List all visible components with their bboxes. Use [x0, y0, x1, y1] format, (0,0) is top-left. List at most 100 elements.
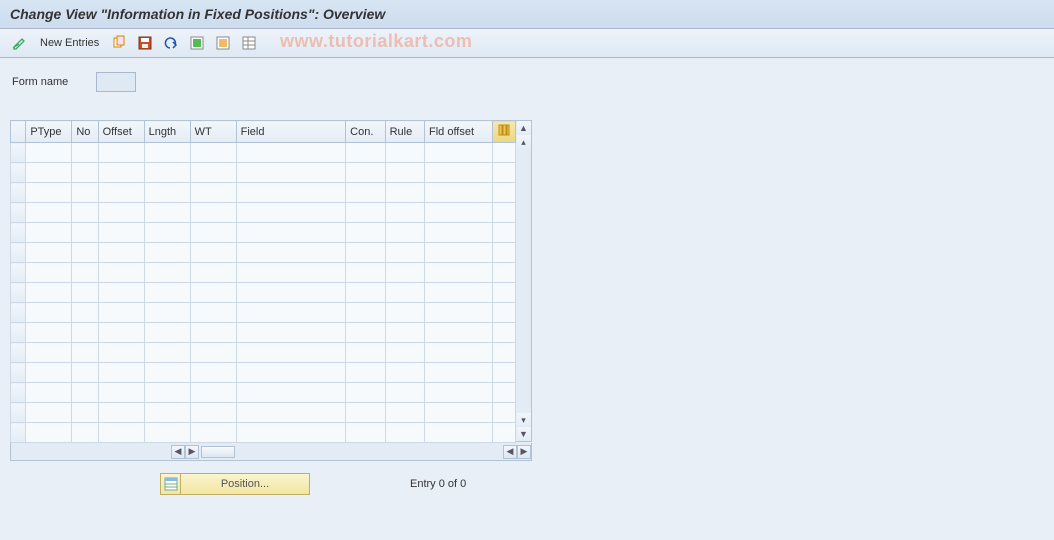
- row-selector[interactable]: [11, 323, 26, 343]
- cell[interactable]: [346, 403, 385, 423]
- row-selector[interactable]: [11, 143, 26, 163]
- row-selector[interactable]: [11, 383, 26, 403]
- position-button[interactable]: Position...: [160, 473, 310, 495]
- cell[interactable]: [385, 263, 424, 283]
- row-selector[interactable]: [11, 223, 26, 243]
- cell[interactable]: [26, 163, 72, 183]
- cell[interactable]: [190, 343, 236, 363]
- cell[interactable]: [26, 263, 72, 283]
- scroll-right2-icon[interactable]: ▶: [517, 445, 531, 459]
- horizontal-scrollbar[interactable]: ◀ ▶ ◀ ▶: [10, 443, 532, 461]
- cell[interactable]: [424, 163, 492, 183]
- row-selector[interactable]: [11, 403, 26, 423]
- cell[interactable]: [236, 283, 346, 303]
- cell[interactable]: [98, 243, 144, 263]
- cell[interactable]: [144, 143, 190, 163]
- cell[interactable]: [26, 223, 72, 243]
- cell[interactable]: [236, 323, 346, 343]
- cell[interactable]: [236, 223, 346, 243]
- cell[interactable]: [98, 163, 144, 183]
- cell[interactable]: [236, 383, 346, 403]
- cell[interactable]: [26, 363, 72, 383]
- scroll-up2-icon[interactable]: ▴: [517, 135, 531, 149]
- cell[interactable]: [190, 183, 236, 203]
- cell[interactable]: [144, 343, 190, 363]
- cell[interactable]: [385, 363, 424, 383]
- cell[interactable]: [424, 223, 492, 243]
- cell[interactable]: [144, 243, 190, 263]
- cell[interactable]: [385, 223, 424, 243]
- cell[interactable]: [385, 303, 424, 323]
- cell[interactable]: [492, 383, 515, 403]
- cell[interactable]: [98, 183, 144, 203]
- cell[interactable]: [346, 183, 385, 203]
- cell[interactable]: [385, 403, 424, 423]
- cell[interactable]: [98, 323, 144, 343]
- table-row[interactable]: [11, 263, 516, 283]
- table-row[interactable]: [11, 223, 516, 243]
- cell[interactable]: [236, 403, 346, 423]
- cell[interactable]: [98, 423, 144, 443]
- cell[interactable]: [236, 203, 346, 223]
- cell[interactable]: [26, 303, 72, 323]
- cell[interactable]: [424, 203, 492, 223]
- table-row[interactable]: [11, 343, 516, 363]
- cell[interactable]: [346, 263, 385, 283]
- cell[interactable]: [72, 363, 98, 383]
- cell[interactable]: [144, 163, 190, 183]
- cell[interactable]: [346, 163, 385, 183]
- table-row[interactable]: [11, 283, 516, 303]
- cell[interactable]: [492, 303, 515, 323]
- cell[interactable]: [346, 143, 385, 163]
- scroll-left-icon[interactable]: ◀: [171, 445, 185, 459]
- col-rule[interactable]: Rule: [385, 121, 424, 143]
- new-entries-button[interactable]: New Entries: [36, 35, 103, 51]
- row-selector-header[interactable]: [11, 121, 26, 143]
- cell[interactable]: [190, 283, 236, 303]
- cell[interactable]: [190, 243, 236, 263]
- cell[interactable]: [190, 223, 236, 243]
- cell[interactable]: [98, 343, 144, 363]
- cell[interactable]: [98, 143, 144, 163]
- cell[interactable]: [98, 263, 144, 283]
- cell[interactable]: [144, 323, 190, 343]
- cell[interactable]: [346, 203, 385, 223]
- cell[interactable]: [98, 363, 144, 383]
- cell[interactable]: [72, 163, 98, 183]
- table-row[interactable]: [11, 303, 516, 323]
- row-selector[interactable]: [11, 303, 26, 323]
- scroll-left2-icon[interactable]: ◀: [503, 445, 517, 459]
- table-row[interactable]: [11, 363, 516, 383]
- row-selector[interactable]: [11, 343, 26, 363]
- cell[interactable]: [346, 243, 385, 263]
- scroll-down2-icon[interactable]: ▾: [517, 413, 531, 427]
- cell[interactable]: [492, 223, 515, 243]
- deselect-all-icon[interactable]: [213, 33, 233, 53]
- cell[interactable]: [492, 343, 515, 363]
- row-selector[interactable]: [11, 363, 26, 383]
- col-lngth[interactable]: Lngth: [144, 121, 190, 143]
- cell[interactable]: [424, 263, 492, 283]
- row-selector[interactable]: [11, 243, 26, 263]
- save-icon[interactable]: [135, 33, 155, 53]
- cell[interactable]: [492, 143, 515, 163]
- cell[interactable]: [385, 423, 424, 443]
- cell[interactable]: [144, 423, 190, 443]
- undo-icon[interactable]: [161, 33, 181, 53]
- cell[interactable]: [72, 343, 98, 363]
- table-view-icon[interactable]: [239, 33, 259, 53]
- cell[interactable]: [72, 243, 98, 263]
- cell[interactable]: [26, 343, 72, 363]
- cell[interactable]: [26, 383, 72, 403]
- col-wt[interactable]: WT: [190, 121, 236, 143]
- cell[interactable]: [72, 143, 98, 163]
- cell[interactable]: [424, 303, 492, 323]
- cell[interactable]: [190, 143, 236, 163]
- cell[interactable]: [492, 163, 515, 183]
- cell[interactable]: [26, 143, 72, 163]
- cell[interactable]: [385, 383, 424, 403]
- cell[interactable]: [236, 423, 346, 443]
- table-row[interactable]: [11, 323, 516, 343]
- cell[interactable]: [236, 263, 346, 283]
- cell[interactable]: [98, 223, 144, 243]
